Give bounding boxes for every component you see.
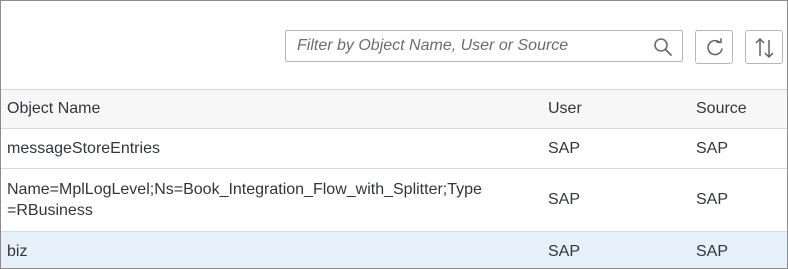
column-header-object-name[interactable]: Object Name	[7, 98, 537, 119]
cell-user: SAP	[548, 243, 581, 260]
search-icon[interactable]	[652, 36, 674, 58]
object-list-panel: Object Name User Source messageStoreEntr…	[0, 0, 788, 269]
cell-source: SAP	[696, 140, 729, 157]
cell-user: SAP	[548, 140, 581, 157]
cell-object-name-line: Name=MplLogLevel;Ns=Book_Integration_Flo…	[7, 181, 482, 198]
sort-icon	[755, 37, 774, 59]
table-row[interactable]: messageStoreEntries SAP SAP	[1, 128, 787, 168]
toolbar	[1, 1, 787, 89]
cell-user: SAP	[548, 191, 581, 208]
cell-object-name-line: =RBusiness	[7, 202, 93, 219]
refresh-button[interactable]	[695, 30, 733, 64]
column-header-source[interactable]: Source	[696, 98, 747, 119]
filter-search-field[interactable]	[285, 30, 683, 62]
cell-object-name: biz	[7, 243, 28, 260]
table-row[interactable]: Name=MplLogLevel;Ns=Book_Integration_Flo…	[1, 168, 787, 231]
column-header-user[interactable]: User	[548, 98, 582, 119]
table-header: Object Name User Source	[1, 89, 787, 128]
sort-button[interactable]	[745, 30, 783, 64]
table-row-selected[interactable]: biz SAP SAP	[1, 231, 787, 268]
refresh-icon	[707, 38, 723, 56]
filter-input[interactable]	[286, 31, 646, 61]
cell-source: SAP	[696, 191, 729, 208]
cell-object-name: messageStoreEntries	[7, 140, 160, 157]
cell-source: SAP	[696, 243, 729, 260]
cell-object-name: Name=MplLogLevel;Ns=Book_Integration_Flo…	[7, 179, 537, 221]
object-table: Object Name User Source messageStoreEntr…	[1, 89, 787, 268]
